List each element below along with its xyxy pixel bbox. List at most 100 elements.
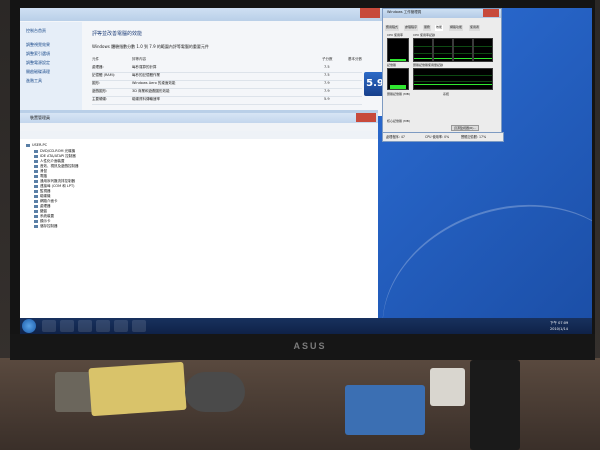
memory-meter	[387, 68, 409, 90]
tree-label: 音效、視訊及遊戲控制器	[40, 164, 79, 168]
subscore: 5.9	[324, 97, 330, 101]
sidebar-item[interactable]: 調整索引選項	[26, 51, 50, 57]
tree-label: 連接埠 (COM 和 LPT)	[40, 184, 75, 188]
tray-date[interactable]: 2010/1/14	[550, 327, 568, 331]
status-memory: 實體記憶體: 17%	[461, 135, 487, 139]
control-panel-icon[interactable]	[96, 320, 110, 332]
performance-window: 控制台首頁 調整視覺效果 調整索引選項 調整電源設定 開啟磁碟清理 進階工具 評…	[20, 8, 386, 116]
device-icon	[34, 189, 38, 193]
component-label: 圖形:	[92, 81, 101, 85]
tree-root[interactable]: USER-PC	[26, 143, 47, 147]
device-icon	[34, 224, 38, 228]
tree-label: DVD/CD-ROM 光碟機	[40, 149, 76, 153]
device-icon	[34, 164, 38, 168]
status-processes: 處理程序: 47	[386, 135, 405, 139]
cpu-history-label: CPU 使用率記錄	[413, 33, 436, 37]
subscore: 7.9	[324, 81, 330, 85]
sidebar-item[interactable]: 控制台首頁	[26, 28, 46, 34]
tree-label: USER-PC	[32, 143, 48, 147]
tree-label: 磁碟機	[40, 194, 51, 198]
component-detail: 磁碟資料傳輸速率	[132, 97, 160, 101]
status-cpu: CPU 使用率: 0%	[425, 135, 450, 139]
memory-history-label: 實體記憶體使用量記錄	[413, 63, 444, 67]
tab-networking[interactable]: 網路功能	[449, 25, 464, 31]
tree-label: 滑鼠	[40, 169, 47, 173]
device-icon	[34, 154, 38, 158]
tree-item[interactable]: 儲存控制器	[34, 224, 58, 229]
memory-bar	[390, 85, 406, 89]
cpu-usage-label: CPU 使用率	[387, 33, 404, 37]
resource-monitor-button[interactable]: 資源監視器(R)...	[451, 125, 480, 131]
device-icon	[34, 169, 38, 173]
window-titlebar[interactable]	[20, 8, 382, 21]
subscore: 7.5	[324, 65, 330, 69]
sidebar-item[interactable]: 調整視覺效果	[26, 42, 50, 48]
column-header: 元件	[92, 57, 99, 61]
device-icon	[34, 219, 38, 223]
column-header: 子分數	[322, 57, 333, 61]
folder-icon[interactable]	[60, 320, 74, 332]
tree-label: 鍵盤	[40, 209, 47, 213]
task-manager-window: Windows 工作管理員 應用程式 處理程序 服務 效能 網路功能 使用者 C…	[382, 8, 502, 140]
tab-users[interactable]: 使用者	[469, 25, 481, 31]
desk-object	[88, 361, 187, 417]
device-icon	[34, 174, 38, 178]
desk-object	[430, 368, 465, 406]
cpu-usage-bar	[390, 59, 406, 61]
app-icon[interactable]	[114, 320, 128, 332]
tray-time[interactable]: 下午 07:09	[550, 321, 568, 326]
toolbar	[20, 131, 378, 139]
memory-history-graph	[413, 68, 493, 90]
close-button[interactable]	[483, 9, 499, 17]
sidebar-item[interactable]: 進階工具	[26, 78, 42, 84]
component-label: 遊戲圖形:	[92, 89, 108, 93]
column-header: 評等內容	[132, 57, 146, 61]
sidebar-item[interactable]: 開啟磁碟清理	[26, 69, 50, 75]
tree-label: 人性化介面裝置	[40, 159, 65, 163]
window-title: 裝置管理員	[30, 115, 50, 120]
device-manager-window: 裝置管理員 USER-PC DVD/CD-ROM 光碟機 IDE ATA/ATA…	[20, 110, 378, 323]
task-manager-statusbar: 處理程序: 47 CPU 使用率: 0% 實體記憶體: 17%	[382, 132, 504, 142]
menu-bar	[383, 18, 501, 24]
wallpaper-swoosh	[355, 172, 592, 334]
subscore: 7.9	[324, 89, 330, 93]
device-icon	[34, 204, 38, 208]
component-label: 處理器:	[92, 65, 104, 69]
tab-applications[interactable]: 應用程式	[385, 25, 400, 31]
cpu-history-graph	[473, 38, 493, 62]
start-button[interactable]	[22, 319, 36, 333]
sidebar: 控制台首頁 調整視覺效果 調整索引選項 調整電源設定 開啟磁碟清理 進階工具	[20, 22, 82, 116]
cpu-history-graph	[413, 38, 433, 62]
device-icon	[34, 209, 38, 213]
cpu-history-graph	[453, 38, 473, 62]
taskbar: 下午 07:09 2010/1/14	[20, 318, 592, 334]
tab-processes[interactable]: 處理程序	[404, 25, 419, 31]
ie-icon[interactable]	[42, 320, 56, 332]
task-manager-icon[interactable]	[132, 320, 146, 332]
page-title: 評等並改善電腦的效能	[92, 31, 143, 37]
column-header: 基本分數	[348, 57, 362, 61]
tree-label: 系統裝置	[40, 214, 54, 218]
tab-services[interactable]: 服務	[423, 25, 432, 31]
page-description: Windows 體驗指數分數 1.0 到 7.9 的範圍內評等電腦的重要元件	[92, 44, 209, 49]
close-button[interactable]	[360, 8, 380, 18]
component-detail: Windows Aero 的桌面效能	[132, 81, 176, 85]
component-detail: 每秒運算的計算	[132, 65, 157, 69]
media-player-icon[interactable]	[78, 320, 92, 332]
tree-label: 通用序列匯流排控制器	[40, 179, 75, 183]
device-icon	[34, 179, 38, 183]
tab-performance[interactable]: 效能	[435, 25, 444, 31]
component-detail: 3D 商業和遊戲圖形效能	[132, 89, 170, 93]
device-icon	[34, 214, 38, 218]
cpu-history-graph	[433, 38, 453, 62]
cpu-usage-meter	[387, 38, 409, 62]
window-titlebar[interactable]	[20, 113, 378, 123]
device-icon	[34, 159, 38, 163]
device-icon	[34, 199, 38, 203]
tree-label: 電腦	[40, 174, 47, 178]
sidebar-item[interactable]: 調整電源設定	[26, 60, 50, 66]
close-button[interactable]	[356, 113, 376, 122]
component-label: 主要硬碟:	[92, 97, 108, 101]
component-label: 記憶體 (RAM):	[92, 73, 116, 77]
tree-label: IDE ATA/ATAPI 控制器	[40, 154, 76, 158]
